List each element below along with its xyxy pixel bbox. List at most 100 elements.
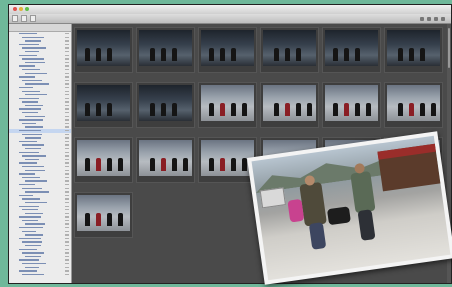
folder-count	[65, 112, 69, 114]
photo-scene	[251, 135, 451, 281]
thumbnail-figure	[96, 213, 101, 226]
folder-name	[25, 180, 47, 182]
folder-name	[22, 198, 40, 200]
photo-thumbnail[interactable]	[198, 27, 257, 73]
folder-count	[65, 216, 69, 218]
folder-count	[65, 252, 69, 254]
folder-count	[65, 86, 69, 89]
folder-name	[25, 94, 47, 96]
thumbnail-figure	[355, 103, 360, 116]
thumbnail-figure	[107, 158, 112, 171]
thumbnail-figure	[150, 158, 155, 171]
photo-man-right	[350, 170, 376, 214]
folder-count	[65, 76, 69, 78]
folder-count	[65, 33, 69, 35]
thumbnail-figure	[96, 48, 101, 61]
photo-thumbnail[interactable]	[260, 27, 319, 73]
photo-thumbnail[interactable]	[74, 192, 133, 238]
folder-name	[25, 255, 41, 258]
folder-count	[65, 227, 69, 229]
photo-thumbnail[interactable]	[136, 27, 195, 73]
zoom-icon[interactable]	[25, 7, 29, 11]
view-mode-icon[interactable]	[420, 16, 424, 21]
folder-count	[65, 40, 69, 42]
folder-count	[65, 241, 69, 243]
folder-name	[25, 61, 45, 64]
folder-tree-item[interactable]	[9, 273, 71, 277]
thumbnail-image	[139, 30, 192, 66]
thumbnail-figure	[107, 103, 112, 116]
scroll-knob[interactable]	[448, 28, 450, 68]
folder-count	[65, 83, 69, 85]
folder-name	[22, 219, 38, 222]
folder-name	[25, 115, 45, 118]
thumbnail-image	[139, 85, 192, 121]
photo-thumbnail[interactable]	[322, 27, 381, 73]
folder-count	[65, 155, 69, 157]
folder-count	[65, 151, 69, 153]
folder-name	[22, 133, 42, 136]
folder-name	[19, 205, 39, 207]
folder-count	[65, 148, 69, 150]
thumbnail-figure	[242, 158, 247, 171]
folder-name	[22, 165, 44, 168]
folder-count	[65, 237, 69, 240]
photo-thumbnail[interactable]	[260, 82, 319, 128]
photo-thumbnail[interactable]	[384, 82, 443, 128]
photo-thumbnail[interactable]	[322, 82, 381, 128]
folder-name	[22, 241, 42, 243]
folder-count	[65, 61, 69, 64]
toolbar-button-1[interactable]	[12, 15, 18, 22]
folder-name	[19, 248, 37, 251]
folder-count	[65, 140, 69, 143]
photo-man-left-legs	[308, 222, 327, 250]
photo-thumbnail[interactable]	[74, 137, 133, 183]
folder-name	[22, 263, 46, 265]
thumbnail-image	[77, 195, 130, 231]
photo-thumbnail[interactable]	[74, 82, 133, 128]
folder-count	[65, 169, 69, 171]
folder-count	[65, 187, 69, 189]
folder-count	[65, 122, 69, 125]
folder-name	[19, 216, 41, 218]
photo-thumbnail[interactable]	[384, 27, 443, 73]
rotate-icon[interactable]	[434, 16, 438, 21]
folder-name	[19, 183, 35, 186]
toolbar-button-2[interactable]	[21, 15, 27, 22]
thumbnail-figure	[296, 103, 301, 116]
thumbnail-figure	[150, 103, 155, 116]
folder-name	[22, 47, 46, 49]
thumbnail-image	[201, 85, 254, 121]
thumbnail-figure	[285, 103, 290, 116]
minimize-icon[interactable]	[19, 7, 23, 11]
info-icon[interactable]	[441, 16, 445, 21]
sort-icon[interactable]	[427, 16, 431, 21]
thumbnail-figure	[307, 103, 312, 116]
folder-name	[19, 86, 33, 89]
thumbnail-figure	[85, 103, 90, 116]
photo-thumbnail[interactable]	[198, 82, 257, 128]
toolbar-button-3[interactable]	[30, 15, 36, 22]
thumbnail-figure	[183, 158, 188, 171]
folder-count	[65, 245, 69, 247]
enlarged-photo[interactable]	[247, 131, 452, 285]
folder-name	[25, 158, 39, 161]
thumbnail-figure	[409, 48, 414, 61]
photo-man-left	[299, 181, 327, 227]
photo-thumbnail[interactable]	[136, 137, 195, 183]
thumbnail-figure	[85, 158, 90, 171]
thumbnail-figure	[398, 103, 403, 116]
photo-man-right-legs	[357, 209, 376, 241]
folder-count	[65, 223, 69, 225]
close-icon[interactable]	[13, 7, 17, 11]
thumbnail-figure	[107, 48, 112, 61]
photo-thumbnail[interactable]	[74, 27, 133, 73]
thumbnail-figure	[355, 48, 360, 61]
folder-name	[19, 259, 39, 261]
folder-count	[65, 219, 69, 222]
photo-thumbnail[interactable]	[136, 82, 195, 128]
folder-name	[22, 176, 40, 179]
folder-count	[65, 68, 69, 71]
folder-name	[19, 97, 39, 100]
folder-name	[22, 187, 42, 189]
